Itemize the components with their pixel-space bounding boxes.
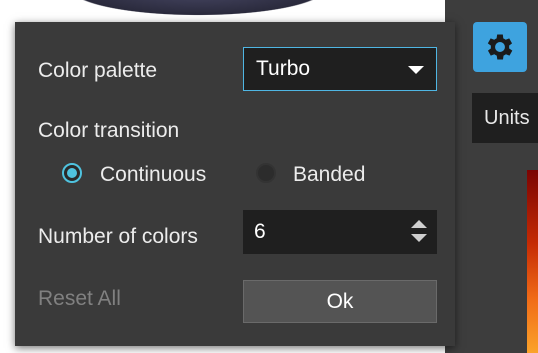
ok-button[interactable]: Ok — [243, 280, 437, 323]
radio-continuous-label[interactable]: Continuous — [100, 163, 206, 187]
color-palette-value: Turbo — [256, 57, 311, 80]
decrement-arrow-icon[interactable] — [411, 234, 427, 242]
chevron-down-icon — [408, 66, 424, 74]
number-of-colors-stepper[interactable]: 6 — [243, 210, 437, 254]
color-transition-label: Color transition — [38, 119, 180, 142]
colorbar-preview — [527, 170, 538, 353]
number-of-colors-label: Number of colors — [38, 225, 198, 248]
reset-all-button[interactable]: Reset All — [38, 287, 121, 311]
settings-button[interactable] — [473, 22, 527, 72]
radio-banded-label[interactable]: Banded — [293, 163, 365, 187]
color-settings-dialog: Color palette Turbo Color transition Con… — [15, 22, 455, 346]
radio-continuous[interactable] — [62, 163, 82, 183]
gear-icon — [487, 34, 513, 60]
units-dropdown[interactable]: Units — [472, 93, 538, 143]
number-of-colors-value: 6 — [254, 220, 266, 243]
color-palette-label: Color palette — [38, 59, 158, 82]
radio-banded[interactable] — [256, 163, 276, 183]
color-palette-select[interactable]: Turbo — [243, 47, 437, 91]
increment-arrow-icon[interactable] — [411, 220, 427, 228]
units-label: Units — [484, 107, 530, 129]
